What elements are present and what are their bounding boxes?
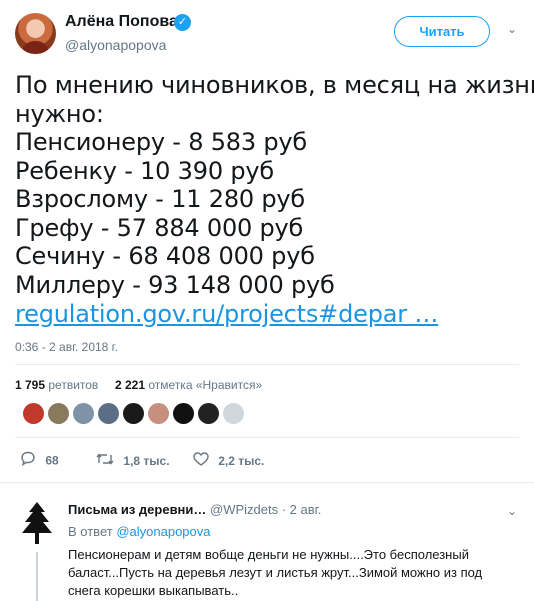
retweets-label[interactable]: ретвитов (48, 378, 98, 392)
thread-line (36, 552, 38, 601)
retweet-action[interactable]: 1,8 тыс. (96, 452, 170, 470)
likers-avatars (23, 403, 248, 427)
author-name[interactable]: Алёна Попова (65, 13, 178, 31)
reply-author-name[interactable]: Письма из деревни… (68, 502, 206, 517)
liker-avatar[interactable] (23, 403, 44, 424)
tweet-timestamp[interactable]: 0:36 - 2 авг. 2018 г. (15, 340, 118, 354)
liker-avatar[interactable] (123, 403, 144, 424)
divider (15, 437, 519, 438)
liker-avatar[interactable] (148, 403, 169, 424)
retweets-count[interactable]: 1 795 (15, 378, 45, 392)
liker-avatar[interactable] (223, 403, 244, 424)
likes-label[interactable]: отметка «Нравится» (148, 378, 262, 392)
retweet-icon (96, 452, 114, 470)
tweet-line: Сечину - 68 408 000 руб (15, 242, 315, 270)
tweet-text: По мнению чиновников, в месяц на жизнь н… (15, 71, 534, 299)
liker-avatar[interactable] (198, 403, 219, 424)
tweet-line: Миллеру - 93 148 000 руб (15, 270, 335, 299)
liker-avatar[interactable] (173, 403, 194, 424)
like-action[interactable]: 2,2 тыс. (193, 451, 265, 470)
tweet-line: нужно: (15, 99, 104, 128)
verified-icon: ✓ (174, 14, 191, 31)
like-count: 2,2 тыс. (218, 453, 265, 468)
reply-count: 68 (45, 453, 59, 468)
liker-avatar[interactable] (98, 403, 119, 424)
reply-to-prefix: В ответ (68, 524, 113, 539)
likes-count[interactable]: 2 221 (115, 378, 145, 392)
tree-avatar-icon[interactable] (18, 500, 56, 548)
reply-text: Пенсионерам и детям вобще деньги не нужн… (68, 547, 483, 598)
reply-author-handle[interactable]: @WPizdets · 2 авг. (210, 502, 321, 517)
chevron-down-icon[interactable]: ⌄ (505, 22, 519, 36)
tweet-link[interactable]: regulation.gov.ru/projects#depar … (15, 299, 438, 329)
tweet-line: Ребенку - 10 390 руб (15, 156, 274, 185)
author-handle[interactable]: @alyonapopova (65, 37, 166, 53)
chevron-down-icon[interactable]: ⌄ (505, 504, 519, 518)
tweet-line: Грефу - 57 884 000 руб (15, 213, 304, 242)
tweet-line: По мнению чиновников, в месяц на жизнь (15, 71, 534, 99)
follow-button[interactable]: Читать (394, 16, 490, 47)
heart-icon (193, 451, 209, 470)
reply-tweet[interactable]: Письма из деревни… @WPizdets · 2 авг. ⌄ … (0, 490, 534, 601)
divider (15, 364, 519, 365)
divider (0, 482, 534, 483)
tweet-actions: 68 1,8 тыс. 2,2 тыс. (20, 451, 284, 469)
reply-to: В ответ @alyonapopova (68, 524, 210, 539)
retweet-count: 1,8 тыс. (123, 453, 170, 468)
liker-avatar[interactable] (48, 403, 69, 424)
tweet-line: Пенсионеру - 8 583 руб (15, 128, 307, 156)
tweet-line: Взрослому - 11 280 руб (15, 185, 306, 213)
reply-action[interactable]: 68 (20, 451, 59, 470)
reply-icon (20, 451, 36, 470)
avatar[interactable] (15, 13, 56, 54)
reply-to-mention[interactable]: @alyonapopova (116, 524, 210, 539)
liker-avatar[interactable] (73, 403, 94, 424)
tweet-stats: 1 795 ретвитов 2 221 отметка «Нравится» (15, 378, 262, 392)
